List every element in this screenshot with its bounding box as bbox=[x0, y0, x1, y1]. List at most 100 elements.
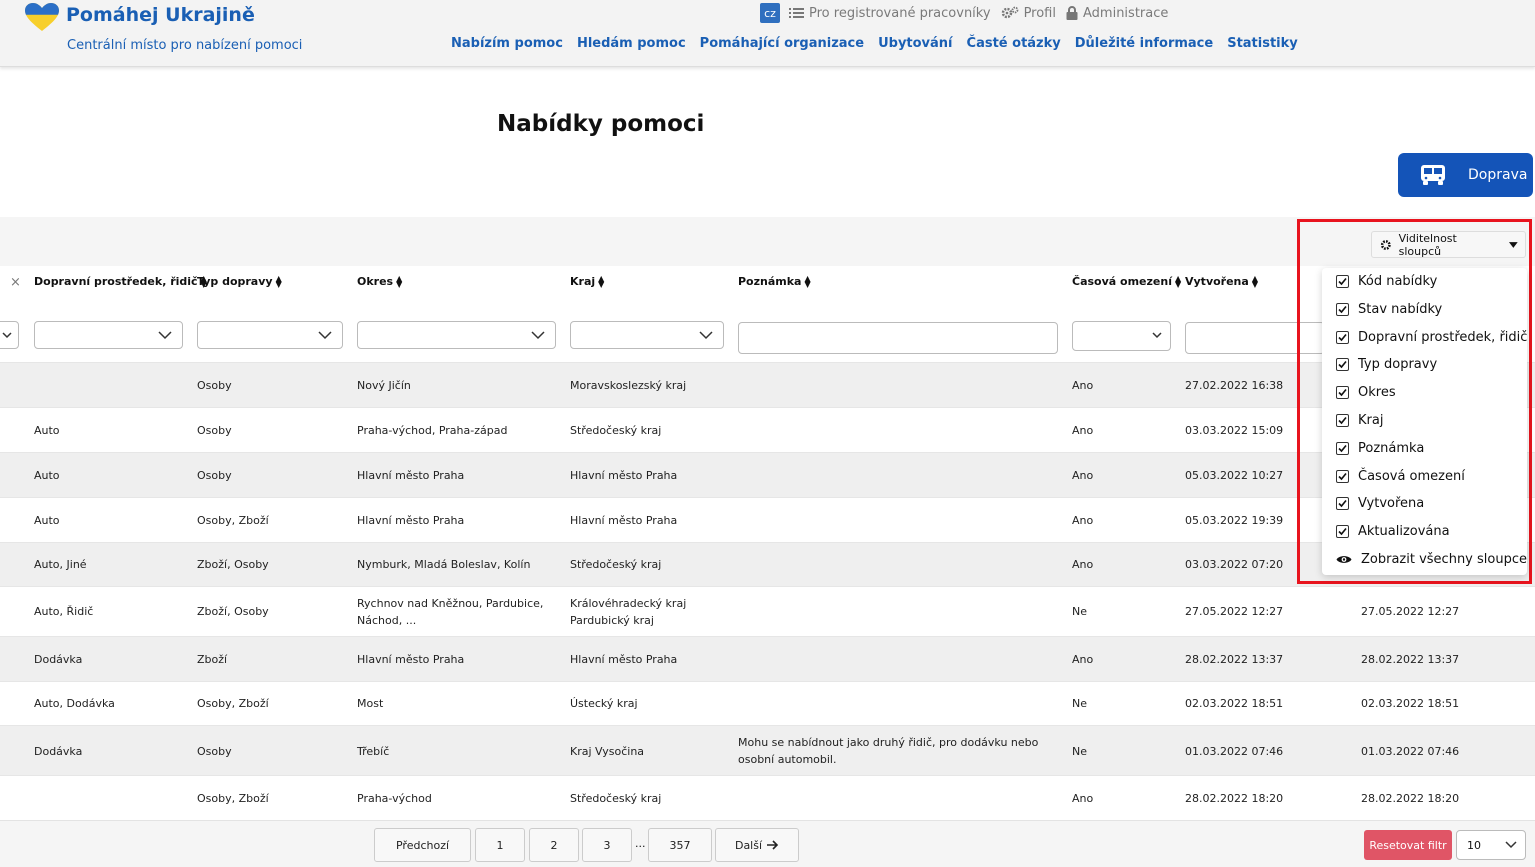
created-cell: 05.03.2022 19:39 bbox=[1185, 514, 1284, 527]
column-toggle-vehicle[interactable]: Dopravní prostředek, řidič bbox=[1336, 330, 1527, 345]
transport-type-cell: Osoby bbox=[197, 424, 232, 437]
language-switch[interactable]: cz bbox=[760, 3, 780, 23]
sort-icon[interactable]: ▲ ▼ bbox=[804, 274, 810, 288]
time-limit-filter-select[interactable] bbox=[1072, 321, 1171, 351]
clear-filter-icon[interactable]: × bbox=[10, 275, 21, 290]
column-toggle-label: Dopravní prostředek, řidič bbox=[1358, 330, 1528, 345]
show-all-columns-button[interactable]: Zobrazit všechny sloupce bbox=[1336, 552, 1527, 567]
column-toggle-created[interactable]: Vytvořena bbox=[1336, 496, 1424, 511]
column-header-transport-type[interactable]: Typ dopravy ▲ ▼ bbox=[197, 274, 282, 288]
nav-statistics[interactable]: Statistiky bbox=[1227, 36, 1298, 51]
column-visibility-label: Viditelnost sloupců bbox=[1398, 231, 1457, 258]
sort-icon[interactable]: ▲ ▼ bbox=[1252, 274, 1258, 288]
page-button-1[interactable]: 1 bbox=[475, 828, 525, 862]
transport-type-cell: Zboží bbox=[197, 653, 228, 666]
table-row[interactable]: Auto, Řidič Zboží, Osoby Rychnov nad Kně… bbox=[0, 586, 1535, 636]
nav-important-info[interactable]: Důležité informace bbox=[1075, 36, 1213, 51]
column-toggle-updated[interactable]: Aktualizována bbox=[1336, 524, 1450, 539]
time-limit-cell: Ne bbox=[1072, 605, 1087, 618]
column-toggle-label: Kód nabídky bbox=[1358, 274, 1438, 289]
pagination-ellipsis: ... bbox=[635, 837, 646, 850]
page-button-3[interactable]: 3 bbox=[582, 828, 632, 862]
profile-link[interactable]: Profil bbox=[1001, 6, 1056, 21]
column-header-district[interactable]: Okres ▲ ▼ bbox=[357, 274, 402, 288]
page-size-select[interactable]: 10 bbox=[1456, 830, 1526, 860]
heart-logo-icon[interactable] bbox=[24, 2, 60, 32]
district-cell: Most bbox=[357, 697, 384, 710]
next-page-button[interactable]: Další bbox=[715, 828, 799, 862]
column-header-label: Dopravní prostředek, řidič bbox=[34, 275, 198, 288]
region-filter-select[interactable] bbox=[570, 321, 724, 349]
page-size-value: 10 bbox=[1467, 839, 1481, 852]
gear-icon bbox=[1380, 239, 1391, 250]
column-toggle-note[interactable]: Poznámka bbox=[1336, 441, 1424, 456]
column-toggle-transport-type[interactable]: Typ dopravy bbox=[1336, 357, 1437, 372]
column-toggle-time-limit[interactable]: Časová omezení bbox=[1336, 469, 1465, 484]
column-toggle-district[interactable]: Okres bbox=[1336, 385, 1396, 400]
column-toggle-label: Aktualizována bbox=[1358, 524, 1450, 539]
updated-cell: 01.03.2022 07:46 bbox=[1361, 745, 1460, 758]
column-toggle-label: Stav nabídky bbox=[1358, 302, 1443, 317]
profile-label: Profil bbox=[1023, 5, 1056, 21]
next-page-label: Další bbox=[734, 838, 763, 852]
time-limit-cell: Ne bbox=[1072, 745, 1087, 758]
sort-icon[interactable]: ▲ ▼ bbox=[396, 274, 402, 288]
transport-type-cell: Osoby, Zboží bbox=[197, 514, 269, 527]
page-button-2[interactable]: 2 bbox=[529, 828, 579, 862]
district-cell: Nymburk, Mladá Boleslav, Kolín bbox=[357, 558, 531, 571]
nav-seek-help[interactable]: Hledám pomoc bbox=[577, 36, 686, 51]
page-button-last[interactable]: 357 bbox=[648, 828, 712, 862]
column-header-region[interactable]: Kraj ▲ ▼ bbox=[570, 274, 604, 288]
bus-icon bbox=[1421, 165, 1445, 185]
note-filter-input[interactable] bbox=[738, 322, 1058, 354]
created-cell: 27.05.2022 12:27 bbox=[1185, 605, 1284, 618]
time-limit-cell: Ano bbox=[1072, 558, 1094, 571]
district-cell: Praha-východ bbox=[357, 792, 432, 805]
transport-button[interactable]: Doprava bbox=[1398, 153, 1533, 197]
district-filter-select[interactable] bbox=[357, 321, 556, 349]
column-header-created[interactable]: Vytvořena ▲ ▼ bbox=[1185, 274, 1258, 288]
table-row[interactable]: Auto, Dodávka Osoby, Zboží Most Ústecký … bbox=[0, 681, 1535, 725]
column-header-label: Kraj bbox=[570, 275, 596, 288]
updated-cell: 28.02.2022 18:20 bbox=[1361, 792, 1460, 805]
column-header-vehicle[interactable]: Dopravní prostředek, řidič ▲ ▼ bbox=[34, 274, 207, 288]
caret-down-icon bbox=[1509, 241, 1518, 248]
sort-icon[interactable]: ▲ ▼ bbox=[598, 274, 604, 288]
column-visibility-button[interactable]: Viditelnost sloupců bbox=[1371, 231, 1526, 258]
column-header-time-limit[interactable]: Časová omezení ▲ ▼ bbox=[1072, 274, 1181, 288]
column-header-note[interactable]: Poznámka ▲ ▼ bbox=[738, 274, 811, 288]
previous-page-button[interactable]: Předchozí bbox=[374, 828, 471, 862]
checkbox-checked-icon bbox=[1336, 497, 1349, 510]
column-toggle-offer-code[interactable]: Kód nabídky bbox=[1336, 274, 1437, 289]
vehicle-filter-select[interactable] bbox=[34, 321, 183, 349]
top-utility-nav: cz Pro registrované pracovníky Profil Ad… bbox=[760, 3, 1178, 23]
nav-faq[interactable]: Časté otázky bbox=[967, 36, 1061, 51]
administration-link[interactable]: Administrace bbox=[1066, 6, 1168, 21]
sort-icon[interactable]: ▲ ▼ bbox=[1175, 274, 1181, 288]
column-toggle-label: Okres bbox=[1358, 385, 1396, 400]
chevron-down-icon bbox=[1505, 841, 1517, 849]
nav-accommodation[interactable]: Ubytování bbox=[878, 36, 952, 51]
table-row[interactable]: Dodávka Osoby Třebíč Kraj Vysočina Mohu … bbox=[0, 725, 1535, 775]
transport-type-cell: Osoby bbox=[197, 745, 232, 758]
region-cell: Královéhradecký kraj bbox=[570, 597, 687, 610]
column-header-label: Okres bbox=[357, 275, 394, 288]
column-toggle-region[interactable]: Kraj bbox=[1336, 413, 1383, 428]
table-row[interactable]: Osoby, Zboží Praha-východ Středočeský kr… bbox=[0, 775, 1535, 820]
district-cell: Hlavní město Praha bbox=[357, 514, 465, 527]
reset-filter-button[interactable]: Resetovat filtr bbox=[1364, 830, 1452, 860]
transport-type-filter-select[interactable] bbox=[197, 321, 343, 349]
registered-workers-label: Pro registrované pracovníky bbox=[809, 5, 991, 21]
table-row[interactable]: Dodávka Zboží Hlavní město Praha Hlavní … bbox=[0, 636, 1535, 681]
registered-workers-link[interactable]: Pro registrované pracovníky bbox=[789, 6, 991, 21]
nav-organizations[interactable]: Pomáhající organizace bbox=[700, 36, 864, 51]
nav-offer-help[interactable]: Nabízím pomoc bbox=[451, 36, 563, 51]
column-toggle-offer-status[interactable]: Stav nabídky bbox=[1336, 302, 1442, 317]
region-cell: Středočeský kraj bbox=[570, 792, 662, 805]
status-filter-select[interactable] bbox=[0, 321, 19, 349]
logo-title[interactable]: Pomáhej Ukrajině bbox=[66, 4, 255, 26]
checkbox-checked-icon bbox=[1336, 414, 1349, 427]
sort-icon[interactable]: ▲ ▼ bbox=[276, 274, 282, 288]
chevron-down-icon bbox=[158, 331, 172, 340]
column-header-label: Časová omezení bbox=[1072, 275, 1172, 288]
